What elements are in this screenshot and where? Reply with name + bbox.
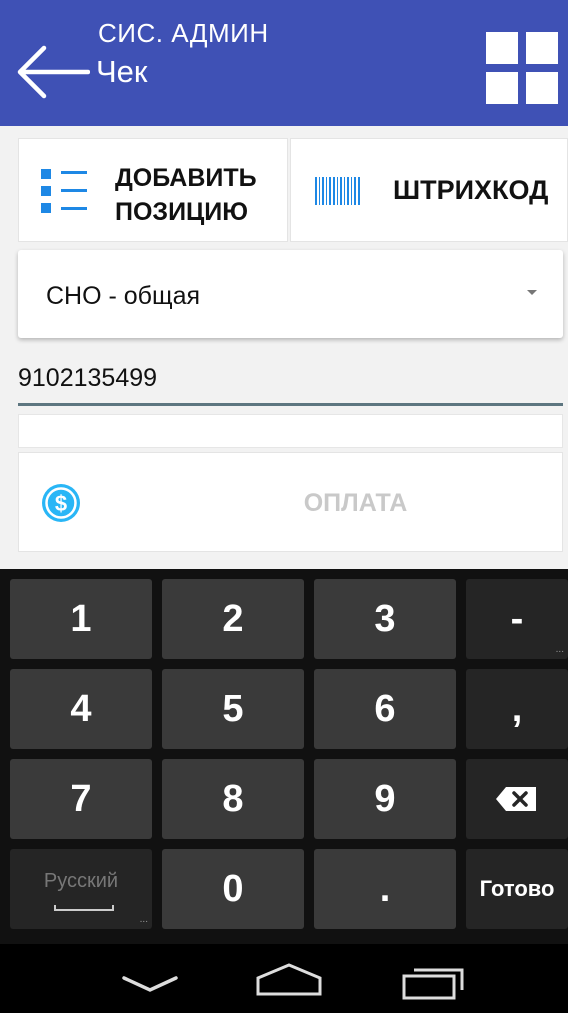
key-minus-label: - [510,598,524,640]
key-9[interactable]: 9 [314,759,456,839]
key-0[interactable]: 0 [162,849,304,929]
numeric-keyboard: 1 2 3 - ... 4 5 6 , 7 8 9 Русский ... 0 … [0,569,568,944]
back-arrow-icon[interactable] [14,44,90,100]
key-6[interactable]: 6 [314,669,456,749]
key-3[interactable]: 3 [314,579,456,659]
add-position-label-line1: ДОБАВИТЬ [115,164,257,192]
system-nav-bar [0,944,568,1013]
list-icon [39,167,89,215]
app-bar: СИС. АДМИН Чек [0,0,568,126]
barcode-button[interactable]: ШТРИХКОД [290,138,568,242]
payment-label: ОПЛАТА [303,489,408,517]
user-role: СИС. АДМИН [98,18,269,48]
tax-system-value: СНО - общая [46,282,201,310]
key-7[interactable]: 7 [10,759,152,839]
empty-row [18,414,563,448]
space-bar-icon [54,905,114,911]
done-key[interactable]: Готово [466,849,568,929]
language-key[interactable]: Русский ... [10,849,152,929]
phone-input[interactable]: 9102135499 [18,350,563,406]
grid-icon[interactable] [486,32,558,104]
key-period[interactable]: . [314,849,456,929]
action-row: ДОБАВИТЬ ПОЗИЦИЮ ШТРИХКОД [18,138,568,242]
recents-nav-icon[interactable] [400,964,468,1000]
page-title: Чек [96,54,148,89]
key-5[interactable]: 5 [162,669,304,749]
language-label: Русский [43,870,119,892]
key-4[interactable]: 4 [10,669,152,749]
key-comma[interactable]: , [466,669,568,749]
key-8[interactable]: 8 [162,759,304,839]
key-minus[interactable]: - ... [466,579,568,659]
add-position-label-line2: ПОЗИЦИЮ [115,198,249,226]
backspace-icon [496,787,536,811]
barcode-icon [315,177,360,205]
key-2[interactable]: 2 [162,579,304,659]
dropdown-caret-icon [527,290,537,295]
key-1[interactable]: 1 [10,579,152,659]
add-position-button[interactable]: ДОБАВИТЬ ПОЗИЦИЮ [18,138,288,242]
home-nav-icon[interactable] [254,962,324,998]
phone-input-value: 9102135499 [18,364,158,392]
tax-system-dropdown[interactable]: СНО - общая [18,250,563,338]
payment-button[interactable]: $ ОПЛАТА [18,452,563,552]
barcode-label: ШТРИХКОД [393,175,549,205]
backspace-key[interactable] [466,759,568,839]
back-nav-icon[interactable] [120,974,180,996]
